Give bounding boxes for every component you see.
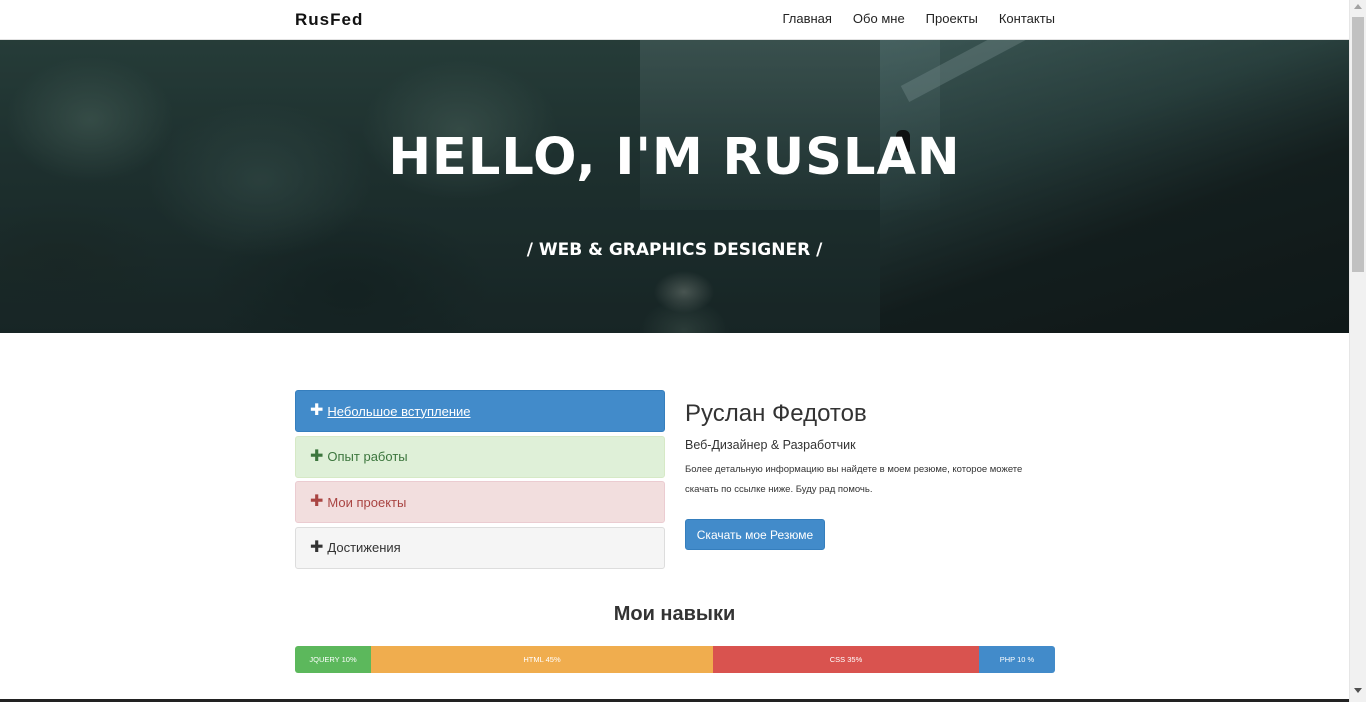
hero-banner: HELLO, I'M RUSLAN / WEB & GRAPHICS DESIG… — [0, 40, 1349, 333]
profile-section: Руслан Федотов Веб-Дизайнер & Разработчи… — [685, 400, 1055, 550]
skills-title: Мои навыки — [613, 603, 736, 625]
scroll-up-arrow-icon[interactable] — [1354, 4, 1362, 9]
skills-progress-bar: JQUERY 10% HTML 45% CSS 35% PHP 10 % — [295, 646, 1055, 673]
accordion-item-projects[interactable]: ✚ Мои проекты — [295, 481, 665, 523]
accordion-item-label: Достижения — [327, 540, 401, 555]
scrollbar[interactable] — [1349, 0, 1366, 702]
nav-link-about[interactable]: Обо мне — [853, 11, 905, 26]
navbar: RusFed Главная Обо мне Проекты Контакты — [0, 0, 1349, 40]
scroll-down-arrow-icon[interactable] — [1354, 688, 1362, 693]
accordion-item-intro[interactable]: ✚ Небольшое вступление — [295, 390, 665, 432]
accordion: ✚ Небольшое вступление ✚ Опыт работы ✚ М… — [295, 390, 665, 572]
nav-link-contacts[interactable]: Контакты — [999, 11, 1055, 26]
accordion-item-achievements[interactable]: ✚ Достижения — [295, 526, 665, 569]
hero-subtitle: / WEB & GRAPHICS DESIGNER / — [526, 240, 823, 260]
download-resume-button[interactable]: Скачать мое Резюме — [685, 519, 825, 550]
nav-link-home[interactable]: Главная — [782, 11, 831, 26]
accordion-item-experience[interactable]: ✚ Опыт работы — [295, 435, 665, 478]
plus-icon: ✚ — [310, 493, 324, 510]
accordion-item-label: Опыт работы — [327, 449, 408, 464]
profile-name: Руслан Федотов — [685, 400, 867, 427]
plus-icon: ✚ — [310, 402, 324, 419]
accordion-item-label: Мои проекты — [327, 494, 407, 510]
hero-title: HELLO, I'M RUSLAN — [388, 128, 961, 187]
skill-segment-css: CSS 35% — [713, 646, 979, 673]
nav-links: Главная Обо мне Проекты Контакты — [761, 11, 1055, 26]
plus-icon: ✚ — [310, 447, 324, 465]
nav-link-projects[interactable]: Проекты — [926, 11, 978, 26]
skill-segment-jquery: JQUERY 10% — [295, 646, 371, 673]
profile-role: Веб-Дизайнер & Разработчик — [685, 438, 856, 452]
accordion-item-label: Небольшое вступление — [327, 403, 471, 419]
profile-description: Более детальную информацию вы найдете в … — [685, 464, 1023, 495]
skill-segment-html: HTML 45% — [371, 646, 713, 673]
scrollbar-thumb[interactable] — [1352, 17, 1364, 272]
brand-logo[interactable]: RusFed — [295, 10, 363, 30]
plus-icon: ✚ — [310, 538, 324, 556]
skill-segment-php: PHP 10 % — [979, 646, 1055, 673]
